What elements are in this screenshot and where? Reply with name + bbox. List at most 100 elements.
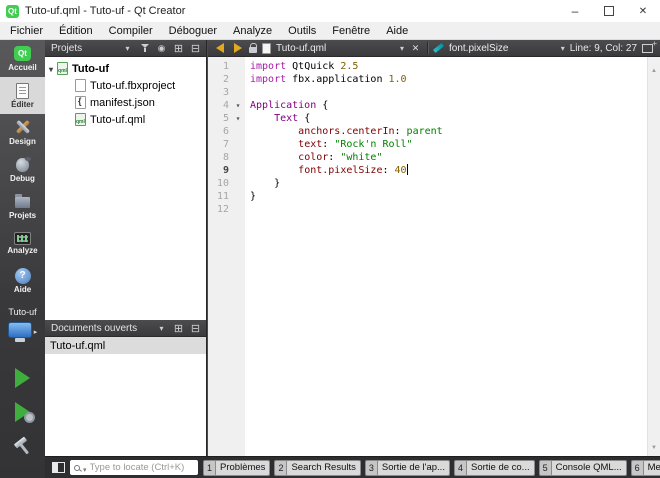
output-pane-button-1[interactable]: 1 Problèmes xyxy=(203,459,271,476)
close-pane-icon[interactable] xyxy=(189,42,202,55)
close-pane-icon[interactable] xyxy=(189,322,202,335)
menu-edition[interactable]: Édition xyxy=(51,22,101,40)
open-documents-list: Tuto-uf.qml xyxy=(45,337,206,456)
filter-icon[interactable] xyxy=(138,42,151,55)
tree-row[interactable]: Tuto-uf.qml xyxy=(45,111,206,128)
open-document-dropdown[interactable]: Tuto-uf.qml xyxy=(276,43,404,54)
sidebar-item-editer[interactable]: Éditer xyxy=(0,77,45,114)
token: "Rock'n Roll" xyxy=(334,139,413,150)
output-pane-button-6[interactable]: 6Messages gé... xyxy=(630,459,660,476)
menu-analyze[interactable]: Analyze xyxy=(225,22,280,40)
output-pane-button-5[interactable]: 5 Console QML... xyxy=(538,459,627,476)
tree-row[interactable]: manifest.json xyxy=(45,94,206,111)
navigate-back-icon[interactable] xyxy=(213,42,226,55)
split-editor-icon[interactable] xyxy=(642,39,657,53)
sidebar-item-projets[interactable]: Projets xyxy=(0,188,45,225)
cursor-position: Line: 9, Col: 27 xyxy=(569,42,637,54)
menu-fichier[interactable]: Fichier xyxy=(2,22,51,40)
debug-run-button[interactable] xyxy=(15,402,35,423)
close-document-icon[interactable] xyxy=(409,42,422,55)
code-editor[interactable]: 1 import QtQuick 2.5 2 import fbx.applicati… xyxy=(208,57,647,456)
mode-label: Projets xyxy=(8,211,37,220)
tree-expand-icon[interactable] xyxy=(49,63,53,75)
scroll-down-icon[interactable] xyxy=(651,436,657,454)
menu-fenetre[interactable]: Fenêtre xyxy=(324,22,378,40)
token: "white" xyxy=(340,152,383,163)
code-text: import QtQuick 2.5 xyxy=(245,60,358,73)
code-line[interactable]: 9 font.pixelSize: 40 xyxy=(208,164,647,177)
kit-selector[interactable] xyxy=(7,321,38,342)
menu-deboguer[interactable]: Déboguer xyxy=(161,22,225,40)
line-number: 8 xyxy=(222,152,229,163)
split-pane-icon[interactable] xyxy=(172,322,185,335)
build-button[interactable] xyxy=(13,437,33,457)
fold-marker-icon[interactable] xyxy=(231,99,245,112)
mode-label: Éditer xyxy=(11,99,34,109)
fold-marker-icon[interactable] xyxy=(231,112,245,125)
code-line[interactable]: 4 Application { xyxy=(208,99,647,112)
code-line[interactable]: 11} xyxy=(208,190,647,203)
code-line[interactable]: 10 } xyxy=(208,177,647,190)
token: Application xyxy=(250,100,317,111)
line-number: 7 xyxy=(222,139,229,150)
sidebar-item-analyze[interactable]: Analyze xyxy=(0,225,45,262)
line-number: 11 xyxy=(216,191,229,202)
open-document-item[interactable]: Tuto-uf.qml xyxy=(45,337,206,354)
line-number: 5 xyxy=(222,113,229,124)
sync-with-editor-icon[interactable] xyxy=(155,42,168,55)
menu-aide[interactable]: Aide xyxy=(378,22,416,40)
run-button[interactable] xyxy=(15,368,30,388)
editer-icon xyxy=(16,82,29,99)
output-pane-button-4[interactable]: 4 Sortie de co... xyxy=(453,459,535,476)
code-line[interactable]: 6 anchors.centerIn: parent xyxy=(208,125,647,138)
token: QtQuick xyxy=(292,61,341,72)
menu-outils[interactable]: Outils xyxy=(280,22,324,40)
output-pane-number: 1 xyxy=(203,459,216,476)
sidebar-item-accueil[interactable]: Accueil xyxy=(0,40,45,77)
locator[interactable] xyxy=(70,460,198,475)
code-line[interactable]: 3 xyxy=(208,86,647,99)
output-pane-button-2[interactable]: 2 Search Results xyxy=(274,459,361,476)
locator-input[interactable] xyxy=(89,462,194,473)
token: import xyxy=(250,74,293,85)
file-name: Tuto-uf.fbxproject xyxy=(90,79,176,92)
app-icon xyxy=(6,4,19,18)
close-icon[interactable] xyxy=(626,0,660,22)
code-line[interactable]: 7 text: "Rock'n Roll" xyxy=(208,138,647,151)
output-pane-number: 4 xyxy=(453,459,466,476)
symbol-dropdown[interactable]: font.pixelSize xyxy=(449,43,565,54)
toggle-sidebar-icon[interactable] xyxy=(52,462,65,473)
output-pane-label: Problèmes xyxy=(215,459,271,476)
qt-creator-window: Tuto-uf.qml - Tuto-uf - Qt Creator Fichi… xyxy=(0,0,660,478)
code-line[interactable]: 1 import QtQuick 2.5 xyxy=(208,60,647,73)
locator-options-icon[interactable] xyxy=(83,459,87,477)
editor-scrollbar[interactable] xyxy=(647,57,660,456)
window-controls xyxy=(558,0,660,22)
lock-icon[interactable] xyxy=(249,43,257,53)
token: Text xyxy=(274,113,299,124)
output-pane-button-3[interactable]: 3 Sortie de l'ap... xyxy=(364,459,450,476)
split-pane-icon[interactable] xyxy=(172,42,185,55)
sidebar-item-design[interactable]: Design xyxy=(0,114,45,151)
main-area: Accueil Éditer Design Debug Projets Analyze Ai… xyxy=(0,39,660,478)
tree-row-project[interactable]: Tuto-uf xyxy=(45,60,206,77)
minimize-icon[interactable] xyxy=(558,0,592,22)
pane-selector-caret-icon[interactable] xyxy=(155,322,168,335)
code-line[interactable]: 8 color: "white" xyxy=(208,151,647,164)
sidebar-item-debug[interactable]: Debug xyxy=(0,151,45,188)
project-name: Tuto-uf xyxy=(72,62,110,75)
pane-selector-caret-icon[interactable] xyxy=(121,42,134,55)
scroll-up-icon[interactable] xyxy=(651,59,657,77)
tree-row[interactable]: Tuto-uf.fbxproject xyxy=(45,77,206,94)
code-line[interactable]: 2 import fbx.application 1.0 xyxy=(208,73,647,86)
menu-compiler[interactable]: Compiler xyxy=(101,22,161,40)
sidebar-item-aide[interactable]: Aide xyxy=(0,262,45,299)
maximize-icon[interactable] xyxy=(592,0,626,22)
token: 2.5 xyxy=(340,61,359,72)
navigate-forward-icon[interactable] xyxy=(231,42,244,55)
code-line[interactable]: 12 xyxy=(208,203,647,216)
code-line[interactable]: 5 Text { xyxy=(208,112,647,125)
code-text: Text { xyxy=(245,112,310,125)
